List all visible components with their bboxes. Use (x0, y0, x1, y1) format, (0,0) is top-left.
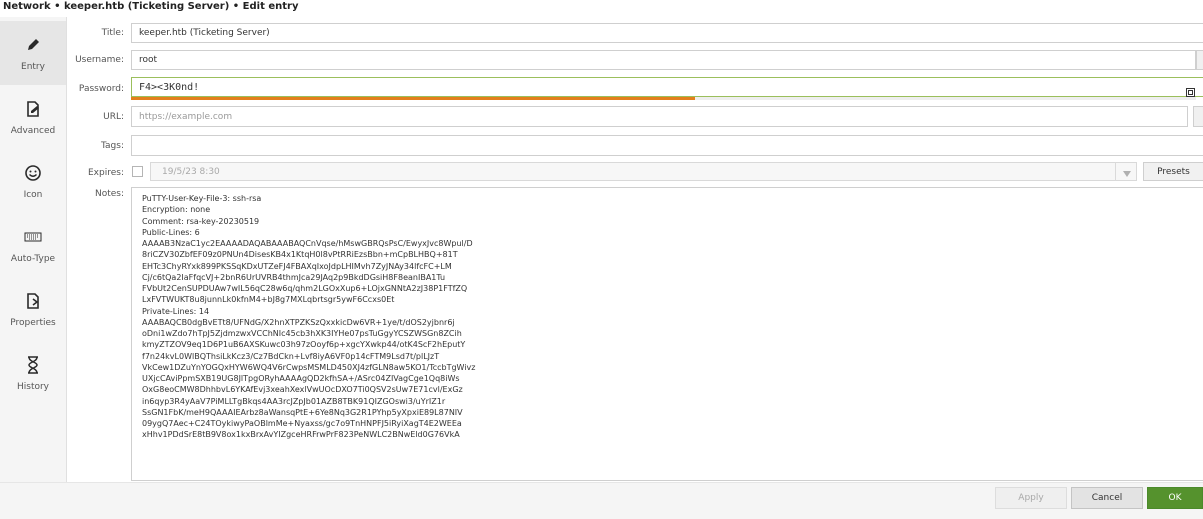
sidebar-item-label: Advanced (10, 126, 56, 136)
ok-button-label: OK (1168, 493, 1182, 503)
username-side-button[interactable] (1196, 50, 1203, 70)
url-field[interactable]: https://example.com (131, 106, 1188, 127)
presets-button-label: Presets (1157, 166, 1190, 177)
cancel-button[interactable]: Cancel (1071, 487, 1143, 509)
document-edit-icon (24, 98, 42, 120)
sidebar-item-icon[interactable]: Icon (0, 149, 66, 213)
cancel-button-label: Cancel (1091, 493, 1123, 503)
notes-line: EHTc3ChyRYxk899PKSSqKDxUTZeFJ4FBAXqIxoJd… (142, 261, 452, 271)
sidebar-item-label: Icon (23, 190, 43, 200)
apply-button-label: Apply (1018, 493, 1044, 503)
notes-line: OxG8eoCMW8DhhbvL6YKAfEvj3xeahXexlVwUOcDX… (142, 385, 463, 395)
notes-line: xHhv1PDdSrE8tB9V8ox1kxBrxAvYIZgceHRFrwPr… (142, 430, 460, 440)
expires-checkbox[interactable] (132, 166, 143, 177)
notes-line: FVbUt2CenSUPDUAw7wIL56qC28w6q/qhm2LGOxXu… (142, 284, 468, 293)
username-value: root (139, 55, 158, 65)
sidebar: Entry Advanced Icon Auto-Type Properties… (0, 17, 67, 482)
notes-line: SsGN1FbK/meH9QAAAIEArbz8aWansqPtE+6Ye8Nq… (142, 407, 463, 417)
username-label: Username: (75, 55, 124, 65)
tags-label: Tags: (101, 141, 124, 151)
password-field[interactable]: F4><3K0nd! (131, 77, 1203, 97)
password-value: F4><3K0nd! (139, 81, 200, 93)
url-placeholder: https://example.com (139, 111, 233, 122)
notes-line: Cj/c6tQa2IaFfqcVJ+2bnR6UrUVRB4thmJca29JA… (142, 272, 446, 282)
notes-line: AAAAB3NzaC1yc2EAAAADAQABAAABAQCnVqse/hMs… (142, 239, 473, 248)
notes-line: Comment: rsa-key-20230519 (142, 216, 260, 226)
hourglass-icon (26, 354, 40, 376)
sidebar-item-properties[interactable]: Properties (0, 277, 66, 341)
keyboard-icon (24, 226, 42, 248)
sidebar-item-history[interactable]: History (0, 341, 66, 405)
password-label: Password: (78, 84, 124, 94)
sidebar-item-entry[interactable]: Entry (0, 21, 66, 85)
notes-line: LxFVTWUKT8u8junnLk0kfnM4+bJ8g7MXLqbrtsgr… (142, 295, 395, 305)
title-value: keeper.htb (Ticketing Server) (139, 28, 270, 38)
notes-textarea[interactable]: PuTTY-User-Key-File-3: ssh-rsa Encryptio… (131, 187, 1203, 481)
notes-content: PuTTY-User-Key-File-3: ssh-rsa Encryptio… (142, 193, 1203, 441)
notes-line: AAABAQCB0dgBvETt8/UFNdG/X2hnXTPZKSzQxxki… (142, 317, 455, 327)
pencil-icon (24, 34, 42, 56)
notes-line: oDni1wZdo7hTpJ5ZjdmzwxVCChNIc45cb3hXK3IY… (142, 329, 462, 338)
notes-line: UXjcCAviPpmSXB19UG8JlTpgORyhAAAAgQD2kfhS… (142, 374, 460, 383)
notes-line: kmyZTZOV9eq1D6P1uB6AXSKuwc03h97zOoyf6p+x… (142, 340, 466, 350)
notes-line: Encryption: none (142, 205, 211, 215)
notes-line: 09ygQ7Aec+C24TOykiwyPaOBlmMe+Nyaxss/gc7o… (142, 419, 462, 428)
sidebar-item-label: Auto-Type (10, 254, 56, 264)
expires-dropdown-button[interactable] (1115, 162, 1137, 181)
sidebar-item-advanced[interactable]: Advanced (0, 85, 66, 149)
sidebar-item-label: Properties (10, 318, 56, 328)
notes-line: VkCew1DZuYnYOGQxHYW6WQ4V6rCwpsMSMLD450XJ… (142, 362, 476, 372)
notes-line: f7n24kvL0WlBQThsiLkKcz3/Cz7BdCkn+Lvf8iyA… (142, 351, 440, 361)
triangle-down-icon (1122, 162, 1131, 181)
notes-line: in6qyp3R4yAaV7PiMLLTgBkqs4AA3rcJZpJb01AZ… (142, 396, 446, 406)
sidebar-item-auto-type[interactable]: Auto-Type (0, 213, 66, 277)
smiley-icon (24, 162, 42, 184)
password-strength-bar (131, 97, 695, 100)
notes-line: 8riCZV30ZbfEF09z0PNUn4DisesKB4x1KtqH0l8v… (142, 250, 458, 260)
notes-line: PuTTY-User-Key-File-3: ssh-rsa (142, 194, 262, 203)
sidebar-item-label: Entry (21, 62, 45, 72)
document-arrow-icon (24, 290, 42, 312)
notes-label: Notes: (94, 189, 124, 199)
ok-button[interactable]: OK (1147, 487, 1203, 509)
tags-field[interactable] (131, 135, 1203, 156)
sidebar-item-label: History (16, 382, 50, 392)
url-label: URL: (103, 112, 124, 122)
presets-button[interactable]: Presets (1143, 162, 1203, 181)
expires-datetime-field[interactable]: 19/5/23 8:30 (150, 162, 1137, 181)
url-open-button[interactable] (1193, 106, 1203, 127)
title-label: Title: (101, 28, 124, 38)
expires-value: 19/5/23 8:30 (162, 166, 220, 177)
username-field[interactable]: root (131, 50, 1196, 70)
window-title: Network • keeper.htb (Ticketing Server) … (0, 0, 1203, 15)
notes-line: Public-Lines: 6 (142, 227, 200, 237)
notes-line: Private-Lines: 14 (142, 306, 210, 316)
title-field[interactable]: keeper.htb (Ticketing Server) (131, 23, 1203, 43)
apply-button[interactable]: Apply (995, 487, 1067, 509)
expires-label: Expires: (88, 168, 124, 178)
